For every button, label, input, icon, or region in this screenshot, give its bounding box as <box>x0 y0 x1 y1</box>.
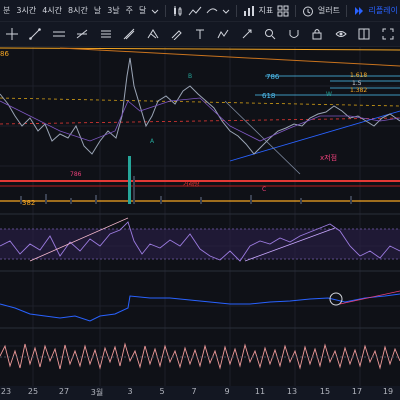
price-series[interactable] <box>0 57 400 155</box>
axis-label: 17 <box>351 387 363 396</box>
replay-button[interactable]: 리플레이 <box>367 5 400 16</box>
layout-icon[interactable] <box>358 28 370 40</box>
red-box-label: 거래량 <box>183 180 200 188</box>
axis-label: 3월 <box>90 388 104 397</box>
alarm-clock-icon[interactable] <box>302 5 314 17</box>
drawing-toolbar <box>0 21 400 47</box>
blue-trend-line[interactable] <box>229 110 400 162</box>
dashed-level-line[interactable] <box>0 97 400 107</box>
fullscreen-icon[interactable] <box>382 28 394 40</box>
timeframe-button-8h[interactable]: 8시간 <box>65 5 91 16</box>
pitchfork-icon[interactable] <box>147 28 159 40</box>
timeframe-button-3day[interactable]: 3날 <box>104 5 122 16</box>
trend-line-icon[interactable] <box>29 28 42 40</box>
templates-icon[interactable] <box>277 5 289 17</box>
top-left-label: 86 <box>0 50 9 58</box>
fib-label-618: 618 <box>262 92 275 100</box>
toolbar-divider <box>235 4 237 17</box>
wave-label-c: C <box>262 186 266 193</box>
zoom-icon[interactable] <box>264 28 276 40</box>
axis-label: 15 <box>319 387 331 396</box>
fib-label-1618: 1.618 <box>350 72 367 79</box>
toolbar-divider <box>165 4 166 17</box>
timeframe-button-month[interactable]: 달 <box>136 5 149 16</box>
rsi-band <box>0 229 400 259</box>
axis-label: 9 <box>224 387 230 396</box>
indicators-button[interactable]: 지표 <box>257 5 276 16</box>
text-icon[interactable] <box>194 28 206 40</box>
chevron-down-icon[interactable] <box>151 7 159 15</box>
horizontal-line-icon[interactable] <box>52 28 65 40</box>
low-label: x저점 <box>320 153 337 162</box>
axis-label: 13 <box>286 387 298 396</box>
brush-icon[interactable] <box>170 28 183 40</box>
chevron-down-icon[interactable] <box>222 7 230 15</box>
axis-label: 25 <box>27 387 39 396</box>
timeframe-button-day[interactable]: 날 <box>91 5 104 16</box>
timeframe-button-week[interactable]: 주 <box>123 5 136 16</box>
alert-button[interactable]: 얼러트 <box>316 5 342 16</box>
compare-icon[interactable] <box>206 5 218 17</box>
fib-label-1382: 1.382 <box>350 87 367 94</box>
pattern-icon[interactable] <box>217 28 229 40</box>
lock-icon[interactable] <box>311 28 323 40</box>
obv-trend-line[interactable] <box>339 290 400 305</box>
blue-trend-line[interactable] <box>224 100 301 175</box>
timeframe-button-3h[interactable]: 3시간 <box>13 5 39 16</box>
axis-label: 7 <box>191 387 197 396</box>
top-toolbar: 분 3시간 4시간 8시간 날 3날 주 달 지표 얼러트 리플레이 <box>0 0 400 21</box>
grid <box>0 46 400 386</box>
ray-icon[interactable] <box>76 28 88 40</box>
axis-label: 3 <box>127 387 133 396</box>
wave-label-b: B <box>188 73 192 80</box>
magnet-icon[interactable] <box>288 28 300 40</box>
channel-icon[interactable] <box>100 28 112 40</box>
toolbar-divider <box>345 4 347 17</box>
timeframe-button-4h[interactable]: 4시간 <box>39 5 65 16</box>
toolbar-divider <box>295 4 296 17</box>
wave-label-w: W <box>326 91 332 98</box>
fib-label-786: 786 <box>266 73 280 81</box>
eye-icon[interactable] <box>335 28 347 40</box>
price-chart[interactable]: 86 786 1.618 1.5 1.382 618 W A B C x저점 7… <box>0 46 400 386</box>
time-axis[interactable]: 23 25 27 3월 3 5 7 9 11 13 15 17 19 <box>0 386 400 400</box>
axis-label: 23 <box>0 387 12 396</box>
axis-label: 11 <box>254 387 266 396</box>
level-label-382: 382 <box>22 199 35 207</box>
measure-icon[interactable] <box>241 28 253 40</box>
timeframe-button-1[interactable]: 분 <box>0 5 13 16</box>
replay-icon[interactable] <box>353 5 365 17</box>
indicators-icon[interactable] <box>243 5 255 17</box>
crosshair-icon[interactable] <box>5 28 18 40</box>
fib-label-786-lower: 786 <box>70 171 82 178</box>
fib-icon[interactable] <box>123 28 135 40</box>
candles-icon[interactable] <box>172 5 184 17</box>
obv-line[interactable] <box>0 293 400 322</box>
fib-label-15: 1.5 <box>352 80 362 87</box>
axis-label: 19 <box>382 387 394 396</box>
axis-label: 27 <box>58 387 70 396</box>
wave-label-a: A <box>150 138 155 145</box>
line-chart-icon[interactable] <box>188 5 202 17</box>
dashed-level-line[interactable] <box>0 117 400 125</box>
axis-label: 5 <box>159 387 165 396</box>
